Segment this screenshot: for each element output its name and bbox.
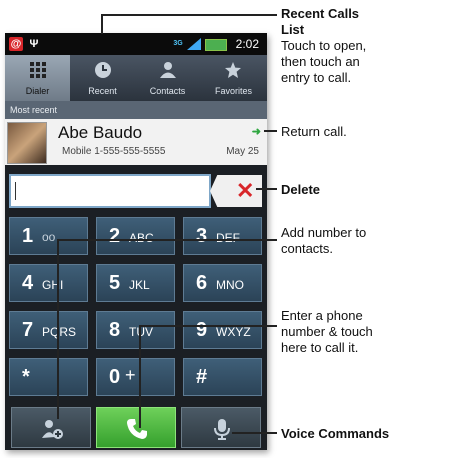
number-input-row: ✕ bbox=[5, 171, 267, 211]
tab-label: Favorites bbox=[214, 86, 252, 96]
key-letters: + bbox=[125, 365, 136, 385]
phone-number-field[interactable] bbox=[9, 174, 211, 208]
tab-favorites[interactable]: Favorites bbox=[200, 55, 267, 101]
callout-line-recent-drop bbox=[101, 14, 103, 34]
key-6[interactable]: 6 MNO bbox=[183, 264, 262, 302]
key-digit: 6 bbox=[196, 272, 208, 294]
key-letters: MNO bbox=[216, 278, 244, 292]
key-3[interactable]: 3 DEF bbox=[183, 217, 262, 255]
tab-label: Dialer bbox=[25, 86, 50, 96]
recent-call-entry[interactable]: Abe Baudo Mobile 1-555-555-5555 May 25 ➜ bbox=[5, 119, 267, 165]
email-notification-icon: @ bbox=[9, 37, 23, 51]
tab-contacts[interactable]: Contacts bbox=[135, 55, 200, 101]
add-contact-icon bbox=[42, 420, 63, 439]
key-digit: 9 bbox=[196, 319, 208, 341]
contact-name: Abe Baudo bbox=[58, 123, 143, 142]
key-digit: 8 bbox=[109, 319, 121, 341]
key-digit: 2 bbox=[109, 225, 121, 247]
key-9[interactable]: 9 WXYZ bbox=[183, 311, 262, 349]
tab-bar: Dialer Recent Contacts Favorites bbox=[5, 55, 267, 101]
tab-dialer[interactable]: Dialer bbox=[5, 55, 70, 101]
key-letters: DEF bbox=[216, 231, 240, 245]
key-5[interactable]: 5 JKL bbox=[96, 264, 175, 302]
clock-icon bbox=[95, 62, 111, 78]
phone-handset-icon bbox=[127, 419, 147, 439]
key-digit: 3 bbox=[196, 225, 208, 247]
key-pound[interactable]: # bbox=[183, 358, 262, 396]
key-letters: ABC bbox=[129, 231, 154, 245]
tab-label: Recent bbox=[88, 86, 117, 96]
status-bar: @ Ψ 3G 2:02 bbox=[5, 33, 267, 55]
key-1[interactable]: 1 oo bbox=[9, 217, 88, 255]
network-type: 3G bbox=[173, 40, 183, 47]
annotation-enter-number: Enter a phone number & touch here to cal… bbox=[281, 308, 373, 355]
key-digit: 7 bbox=[22, 319, 34, 341]
person-icon bbox=[160, 62, 176, 78]
star-icon bbox=[225, 62, 241, 78]
annotation-voice: Voice Commands bbox=[281, 426, 390, 441]
callout-line-add bbox=[58, 239, 277, 241]
call-button[interactable] bbox=[96, 407, 176, 448]
callout-line-add-drop bbox=[57, 239, 59, 419]
signal-icon bbox=[187, 38, 201, 50]
annotation-recent-title: Recent Calls List bbox=[281, 6, 360, 37]
dialpad-icon bbox=[30, 62, 46, 78]
callout-line-recent bbox=[102, 14, 277, 16]
key-star[interactable]: * bbox=[9, 358, 88, 396]
key-2[interactable]: 2 ABC bbox=[96, 217, 175, 255]
key-0[interactable]: 0 + bbox=[96, 358, 175, 396]
call-date: May 25 bbox=[226, 146, 259, 157]
key-letters: PQRS bbox=[42, 325, 77, 339]
usb-icon: Ψ bbox=[29, 38, 39, 50]
key-4[interactable]: 4 GHI bbox=[9, 264, 88, 302]
delete-x-icon: ✕ bbox=[236, 178, 255, 203]
callout-line-return bbox=[264, 130, 277, 132]
key-letters: GHI bbox=[42, 278, 64, 292]
contact-number: Mobile 1-555-555-5555 bbox=[62, 146, 166, 157]
voice-commands-button[interactable] bbox=[181, 407, 261, 448]
callout-line-call bbox=[140, 325, 277, 327]
key-7[interactable]: 7 PQRS bbox=[9, 311, 88, 349]
voicemail-icon: oo bbox=[42, 230, 56, 244]
callout-line-voice bbox=[232, 432, 277, 434]
delete-button[interactable]: ✕ bbox=[210, 175, 262, 207]
annotation-delete: Delete bbox=[281, 182, 321, 197]
add-to-contacts-button[interactable] bbox=[11, 407, 91, 448]
return-call-arrow-icon[interactable]: ➜ bbox=[252, 125, 261, 138]
clock-time: 2:02 bbox=[235, 37, 259, 51]
key-letters: JKL bbox=[129, 278, 150, 292]
key-digit: * bbox=[22, 366, 30, 388]
annotation-recent: Recent Calls List Touch to open, then to… bbox=[281, 6, 446, 86]
key-digit: 0 bbox=[109, 366, 121, 388]
battery-icon bbox=[205, 39, 227, 51]
annotation-recent-body: Touch to open, then touch an entry to ca… bbox=[281, 38, 367, 85]
key-letters: TUV bbox=[129, 325, 153, 339]
annotation-return-call: Return call. bbox=[281, 124, 347, 139]
key-letters: WXYZ bbox=[216, 325, 251, 339]
avatar bbox=[7, 122, 47, 164]
action-bar bbox=[5, 405, 267, 450]
callout-line-call-drop bbox=[139, 325, 141, 428]
tab-recent[interactable]: Recent bbox=[70, 55, 135, 101]
text-cursor bbox=[15, 182, 16, 200]
key-digit: 4 bbox=[22, 272, 34, 294]
microphone-icon bbox=[214, 419, 230, 440]
tab-label: Contacts bbox=[149, 86, 186, 96]
recent-section-header: Most recent bbox=[5, 101, 267, 119]
key-digit: # bbox=[196, 366, 208, 388]
callout-line-delete bbox=[256, 188, 277, 190]
key-digit: 1 bbox=[22, 225, 34, 247]
key-digit: 5 bbox=[109, 272, 121, 294]
annotation-add-number: Add number to contacts. bbox=[281, 225, 367, 256]
key-8[interactable]: 8 TUV bbox=[96, 311, 175, 349]
phone-screen: @ Ψ 3G 2:02 Dialer Recent Contacts Favor… bbox=[5, 33, 267, 450]
